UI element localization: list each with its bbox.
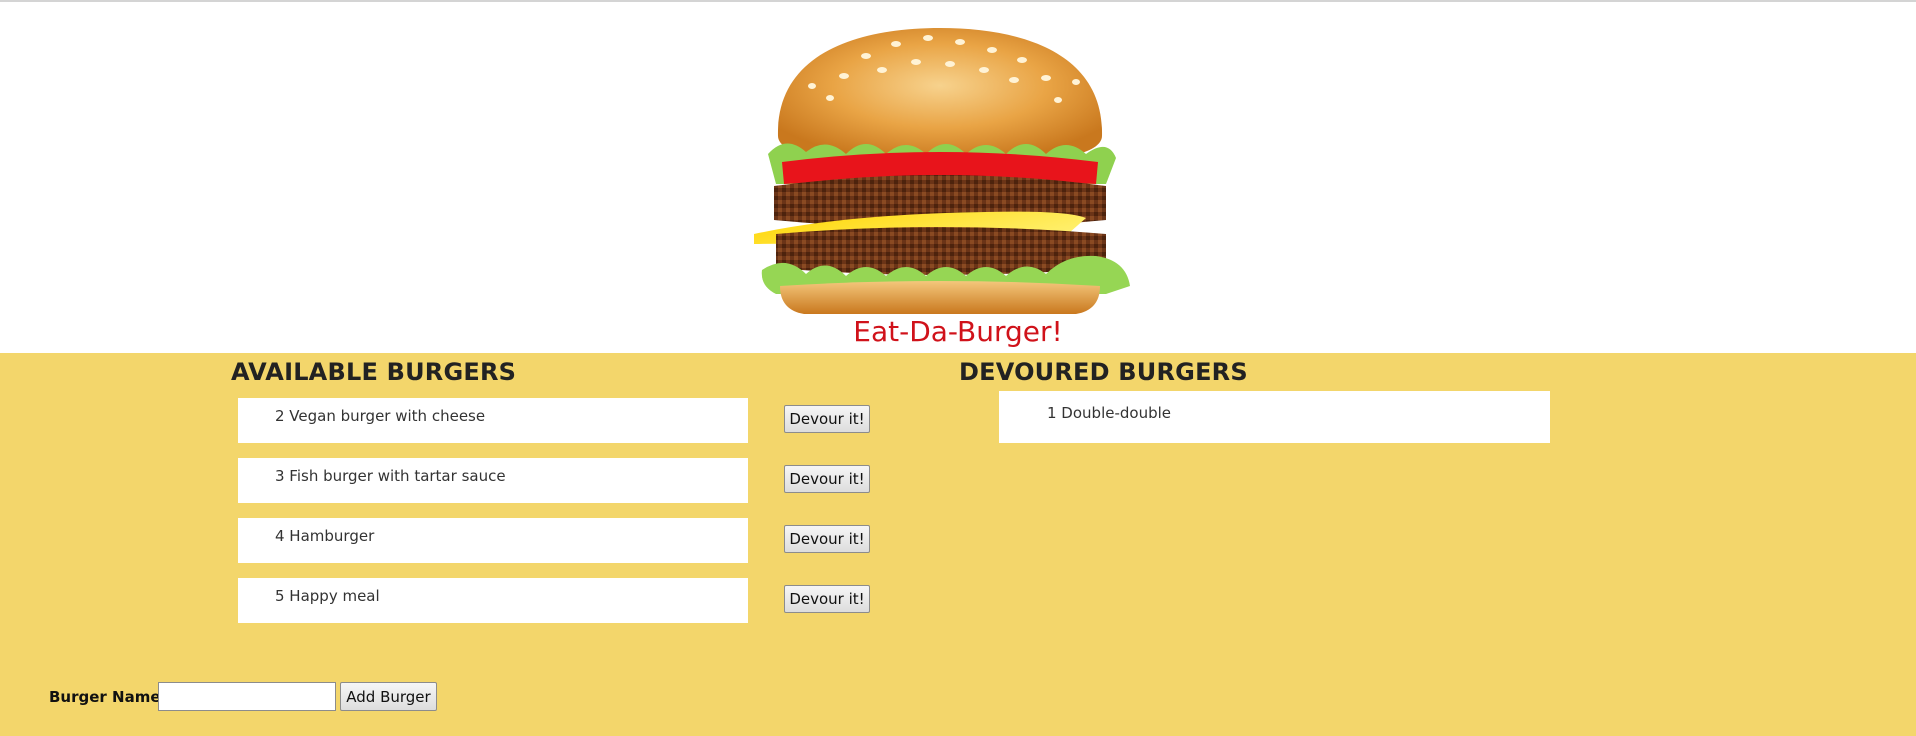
- burger-panel: AVAILABLE BURGERS DEVOURED BURGERS 2 Veg…: [0, 353, 1916, 736]
- devoured-burgers-heading: DEVOURED BURGERS: [959, 358, 1248, 386]
- available-burger-item: 5 Happy meal: [238, 578, 748, 623]
- devour-button[interactable]: Devour it!: [784, 525, 870, 553]
- devoured-item-label: 1 Double-double: [1047, 404, 1171, 422]
- page-header: Eat-Da-Burger!: [0, 2, 1916, 353]
- devour-button[interactable]: Devour it!: [784, 585, 870, 613]
- add-burger-button[interactable]: Add Burger: [340, 682, 437, 711]
- burger-name-label: Burger Name:: [49, 688, 167, 706]
- burger-item-label: 2 Vegan burger with cheese: [275, 407, 486, 425]
- available-burgers-heading: AVAILABLE BURGERS: [231, 358, 517, 386]
- available-burger-item: 3 Fish burger with tartar sauce: [238, 458, 748, 503]
- devoured-burger-item: 1 Double-double: [999, 391, 1550, 443]
- burger-item-label: 3 Fish burger with tartar sauce: [275, 467, 506, 485]
- available-burger-item: 2 Vegan burger with cheese: [238, 398, 748, 443]
- burger-name-input[interactable]: [158, 682, 336, 711]
- page-title: Eat-Da-Burger!: [853, 315, 1063, 348]
- devour-button[interactable]: Devour it!: [784, 465, 870, 493]
- devour-button[interactable]: Devour it!: [784, 405, 870, 433]
- burger-logo-image: [754, 28, 1130, 314]
- burger-item-label: 4 Hamburger: [275, 527, 375, 545]
- burger-item-label: 5 Happy meal: [275, 587, 380, 605]
- available-burger-item: 4 Hamburger: [238, 518, 748, 563]
